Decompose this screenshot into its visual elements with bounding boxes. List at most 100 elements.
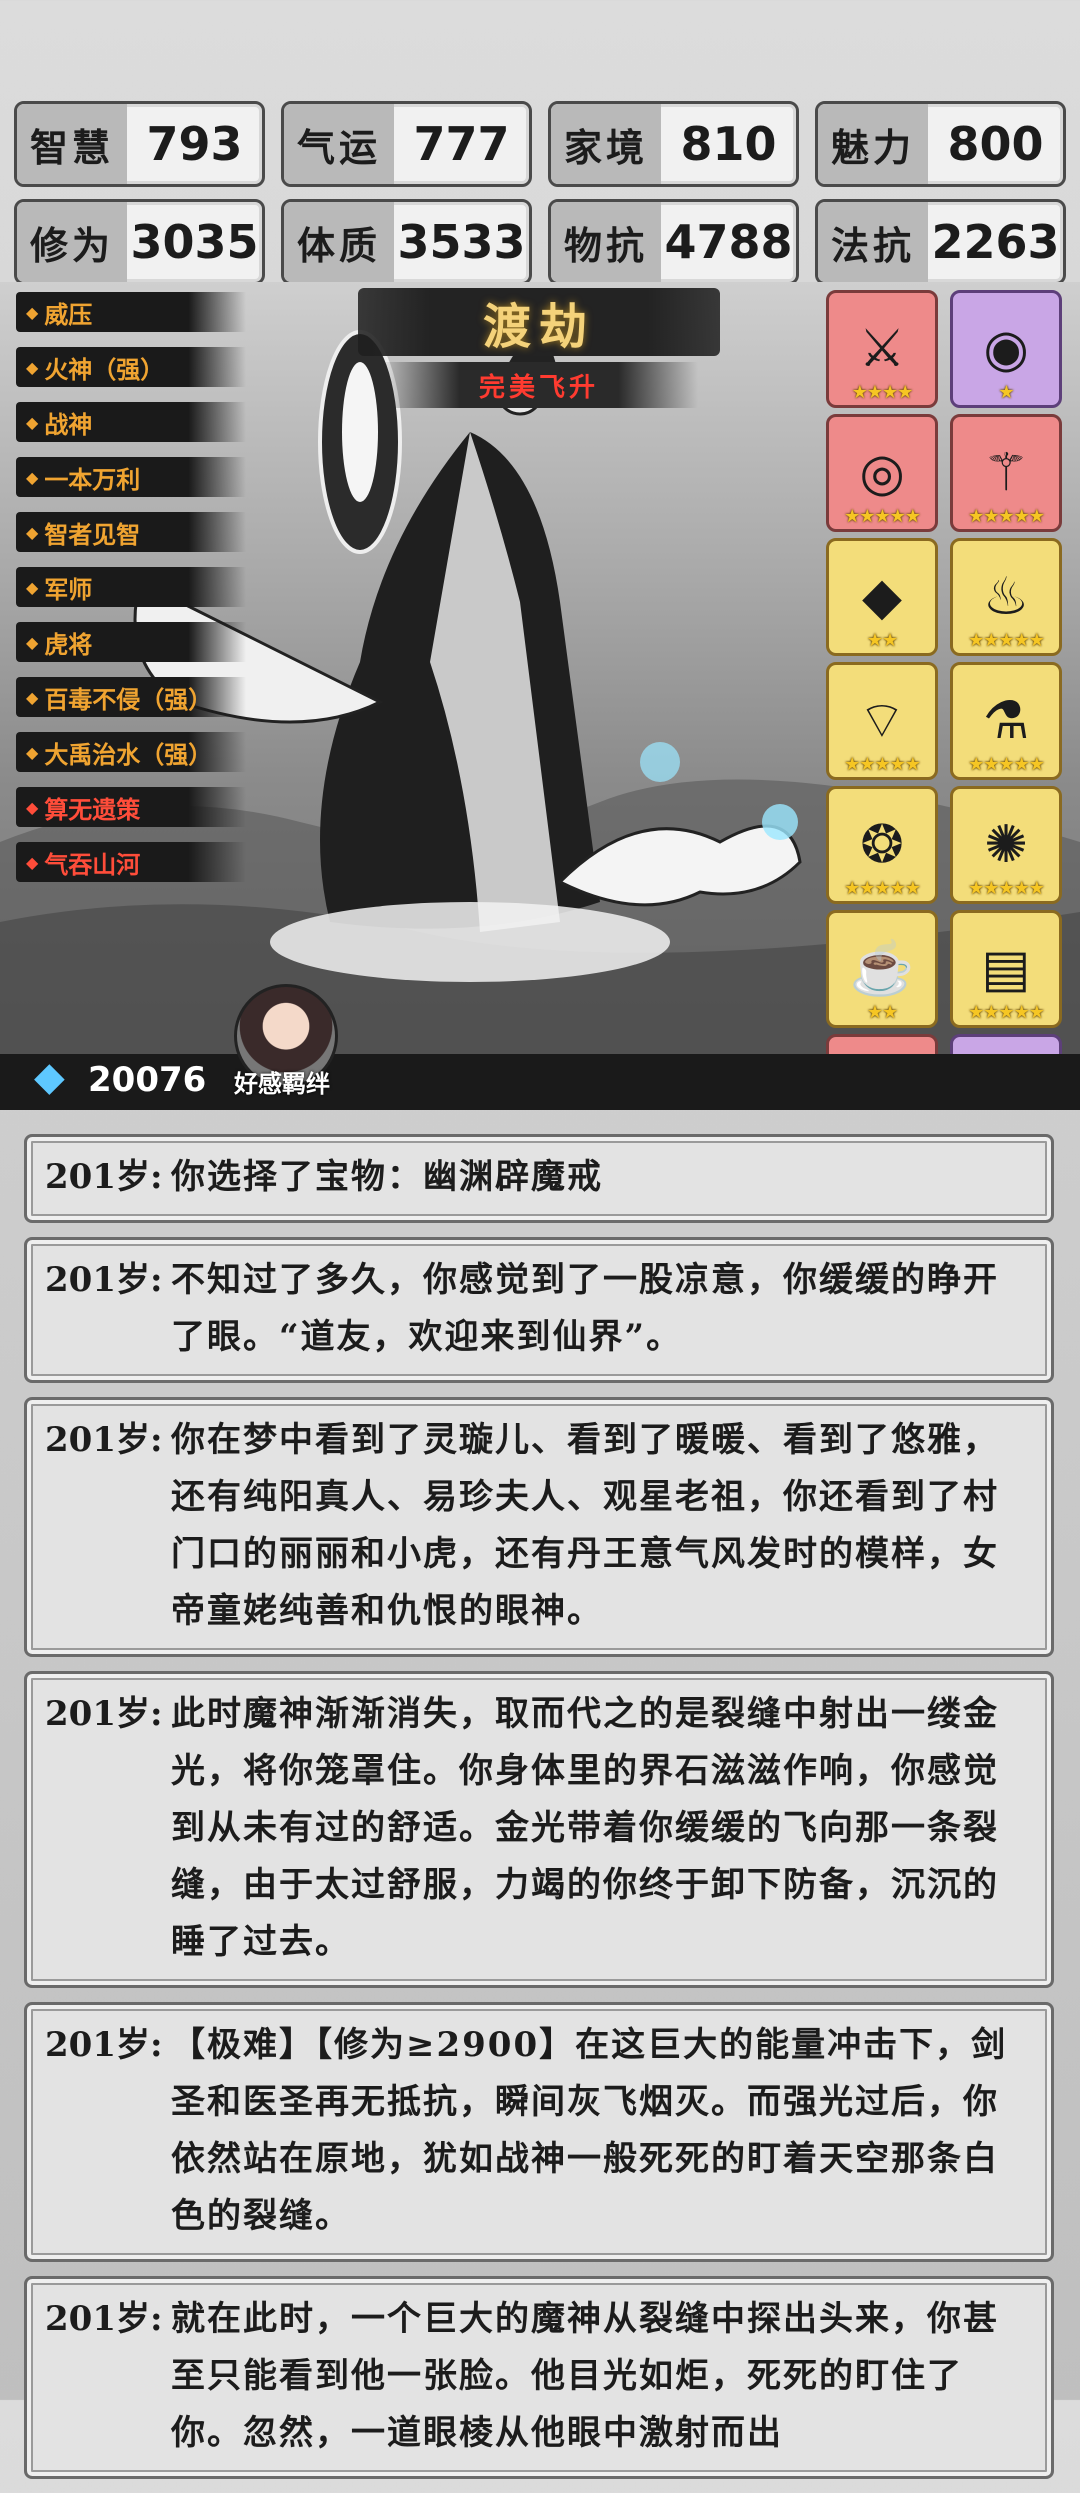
treasure-slot[interactable]: ◆ ★★: [826, 538, 938, 656]
skill-label: 战神: [44, 409, 93, 439]
stat-family: 家境 810: [548, 101, 799, 187]
treasure-slot[interactable]: ⚔ ★★★★: [826, 290, 938, 408]
log-entry: 201岁: 【极难】【修为≥2900】在这巨大的能量冲击下，剑圣和医圣再无抵抗，瞬…: [24, 2002, 1054, 2262]
skill-list: ◆ 威压 ◆ 火神（强） ◆ 战神 ◆ 一本万利 ◆ 智者见智 ◆ 军师 ◆ 虎将 ◆ 百毒不侵…: [16, 292, 246, 897]
star-rating: ★★★★: [851, 382, 914, 403]
log-text: 就在此时，一个巨大的魔神从裂缝中探出头来，你甚至只能看到他一张脸。他目光如炬，死…: [171, 2299, 999, 2453]
stat-value: 777: [413, 117, 510, 171]
skill-label: 一本万利: [44, 464, 141, 494]
diamond-icon: ◆: [26, 302, 39, 322]
bond-button[interactable]: 好感羁绊: [234, 1064, 330, 1099]
log-text: 你在梦中看到了灵璇儿、看到了暖暖、看到了悠雅，还有纯阳真人、易珍夫人、观星老祖，…: [171, 1420, 999, 1631]
fire-ring-icon: ✺: [984, 815, 1028, 875]
diamond-icon: ◆: [26, 742, 39, 762]
skill-label: 军师: [44, 574, 93, 604]
spear-icon: ⚔: [858, 319, 906, 379]
stat-wisdom: 智慧 793: [14, 101, 265, 187]
stats-panel: 智慧 793 气运 777 家境 810 魅力 800 修为 3035 体质 3533 物抗…: [14, 101, 1066, 285]
log-age: 201岁:: [45, 2299, 163, 2339]
diamond-icon: ◆: [26, 632, 39, 652]
treasure-slot[interactable]: ♨ ★★★★★: [950, 538, 1062, 656]
log-text: 不知过了多久，你感觉到了一股凉意，你缓缓的睁开了眼。“道友，欢迎来到仙界”。: [171, 1260, 999, 1357]
skill-tag[interactable]: ◆ 威压: [16, 292, 246, 332]
stat-value: 810: [680, 117, 777, 171]
skill-tag[interactable]: ◆ 气吞山河: [16, 842, 246, 882]
log-entry: 201岁: 就在此时，一个巨大的魔神从裂缝中探出头来，你甚至只能看到他一张脸。他目…: [24, 2276, 1054, 2479]
skill-tag[interactable]: ◆ 智者见智: [16, 512, 246, 552]
log-entry: 201岁: 你在梦中看到了灵璇儿、看到了暖暖、看到了悠雅，还有纯阳真人、易珍夫人、…: [24, 1397, 1054, 1657]
log-entry: 201岁: 不知过了多久，你感觉到了一股凉意，你缓缓的睁开了眼。“道友，欢迎来到仙…: [24, 1237, 1054, 1383]
bottle-icon: ⚗: [982, 691, 1030, 751]
stat-label: 家境: [551, 104, 661, 184]
gem-count: 20076: [88, 1060, 207, 1100]
stat-label: 体质: [284, 202, 394, 282]
skill-tag[interactable]: ◆ 大禹治水（强）: [16, 732, 246, 772]
log-text: 此时魔神渐渐消失，取而代之的是裂缝中射出一缕金光，将你笼罩住。你身体里的界石滋滋…: [171, 1694, 999, 1962]
staff-icon: ⚚: [982, 443, 1030, 503]
realm-subtitle: 完美飞升: [380, 362, 698, 408]
treasure-slot[interactable]: ⚗ ★★★★★: [950, 662, 1062, 780]
diamond-icon: ◆: [26, 687, 39, 707]
phoenix-statue-icon: ♨: [982, 567, 1030, 627]
skill-tag[interactable]: ◆ 算无遗策: [16, 787, 246, 827]
treasure-slot[interactable]: ✺ ★★★★★: [950, 786, 1062, 904]
skill-tag[interactable]: ◆ 百毒不侵（强）: [16, 677, 246, 717]
star-rating: ★★★★★: [968, 754, 1045, 775]
stat-label: 物抗: [551, 202, 661, 282]
stat-constitution: 体质 3533: [281, 199, 532, 285]
treasure-slot[interactable]: ◎ ★★★★★: [826, 414, 938, 532]
stat-value: 3533: [397, 215, 526, 269]
gem-icon: ◆: [34, 1054, 65, 1100]
skill-label: 算无遗策: [44, 794, 141, 824]
flame-armor-icon: ❂: [860, 815, 904, 875]
stat-value: 800: [947, 117, 1044, 171]
log-age: 201岁:: [45, 1694, 163, 1734]
event-log[interactable]: 201岁: 你选择了宝物：幽渊辟魔戒 201岁: 不知过了多久，你感觉到了一股凉意，…: [24, 1134, 1054, 2493]
orb-icon: ◉: [983, 319, 1029, 379]
star-rating: ★★★★★: [844, 754, 921, 775]
skill-tag[interactable]: ◆ 军师: [16, 567, 246, 607]
stat-label: 法抗: [818, 202, 928, 282]
star-rating: ★: [998, 382, 1014, 403]
star-rating: ★★: [866, 630, 898, 651]
diamond-icon: ◆: [26, 577, 39, 597]
log-entry: 201岁: 你选择了宝物：幽渊辟魔戒: [24, 1134, 1054, 1223]
stat-luck: 气运 777: [281, 101, 532, 187]
realm-title: 渡劫: [358, 288, 720, 356]
treasure-slot[interactable]: ☕ ★★: [826, 910, 938, 1028]
treasure-slot[interactable]: ▤ ★★★★★: [950, 910, 1062, 1028]
log-age: 201岁:: [45, 1157, 163, 1197]
treasure-slot[interactable]: ⚚ ★★★★★: [950, 414, 1062, 532]
treasure-slot[interactable]: ⌔ ★★★★★: [826, 662, 938, 780]
treasure-slot[interactable]: ❂ ★★★★★: [826, 786, 938, 904]
stat-physical-resist: 物抗 4788: [548, 199, 799, 285]
skill-label: 火神（强）: [44, 354, 165, 384]
skill-label: 智者见智: [44, 519, 141, 549]
teapot-icon: ☕: [849, 939, 915, 999]
diamond-icon: ◆: [26, 522, 39, 542]
star-rating: ★★★★★: [844, 506, 921, 527]
scroll-icon: ▤: [981, 939, 1031, 999]
skill-tag[interactable]: ◆ 虎将: [16, 622, 246, 662]
skill-label: 威压: [44, 299, 93, 329]
stat-label: 魅力: [818, 104, 928, 184]
star-rating: ★★★★★: [844, 878, 921, 899]
stat-label: 修为: [17, 202, 127, 282]
treasure-grid: ⚔ ★★★★ ◉ ★ ◎ ★★★★★ ⚚ ★★★★★ ◆ ★★ ♨ ★★★★★ ⌔ ★★★★★…: [826, 290, 1066, 1110]
skill-tag[interactable]: ◆ 战神: [16, 402, 246, 442]
treasure-slot[interactable]: ◉ ★: [950, 290, 1062, 408]
skill-label: 百毒不侵（强）: [44, 684, 213, 714]
skill-tag[interactable]: ◆ 火神（强）: [16, 347, 246, 387]
skill-label: 虎将: [44, 629, 93, 659]
log-age: 201岁:: [45, 1420, 163, 1460]
stat-magic-resist: 法抗 2263: [815, 199, 1066, 285]
stat-value: 2263: [931, 215, 1060, 269]
star-rating: ★★★★★: [968, 630, 1045, 651]
log-age: 201岁:: [45, 1260, 163, 1300]
log-text: 你选择了宝物：幽渊辟魔戒: [171, 1157, 603, 1197]
diamond-icon: ◆: [26, 797, 39, 817]
star-rating: ★★: [866, 1002, 898, 1023]
skill-label: 大禹治水（强）: [44, 739, 213, 769]
star-rating: ★★★★★: [968, 506, 1045, 527]
skill-tag[interactable]: ◆ 一本万利: [16, 457, 246, 497]
